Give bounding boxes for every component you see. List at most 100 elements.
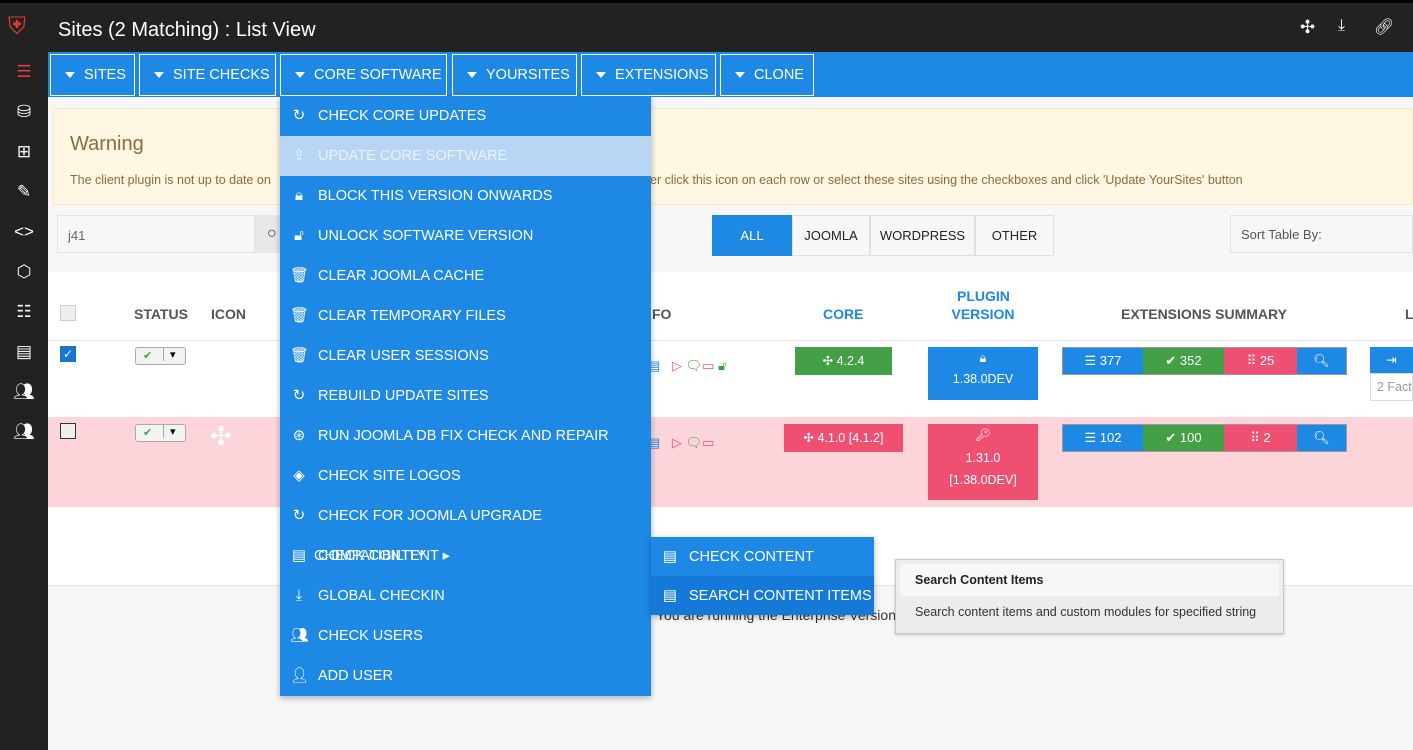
select-all-checkbox[interactable] — [60, 305, 76, 321]
menu-item-label: CLEAR USER SESSIONS — [318, 348, 489, 364]
check-icon: ✔ — [143, 350, 153, 362]
header-line: VERSION — [951, 306, 1015, 322]
extensions-total[interactable]: ☰ 102 — [1063, 425, 1143, 451]
menu-item-unlock-software-version[interactable]: 🔓︎ UNLOCK SOFTWARE VERSION — [280, 216, 651, 256]
button-label: SITES — [84, 67, 126, 83]
trash-icon[interactable]: ▭ — [702, 435, 714, 450]
extensions-search-button[interactable]: 🔍︎ — [1297, 348, 1346, 374]
list-icon: ☰ — [1084, 353, 1100, 368]
menu-item-label: BLOCK THIS VERSION ONWARDS — [318, 188, 553, 204]
menu-item-clear-temporary-files[interactable]: 🗑︎ CLEAR TEMPORARY FILES — [280, 296, 651, 336]
submenu-item-search-content-items[interactable]: ▤ SEARCH CONTENT ITEMS — [651, 576, 874, 615]
menu-item-check-core-updates[interactable]: ↻ CHECK CORE UPDATES — [280, 96, 651, 136]
site-checks-menu-button[interactable]: SITE CHECKS — [139, 54, 276, 96]
row-checkbox[interactable]: ✓ — [60, 346, 76, 362]
row-checkbox[interactable] — [60, 423, 76, 439]
status-dropdown[interactable]: ✔ ▾ — [135, 347, 186, 365]
extensions-total[interactable]: ☰ 377 — [1063, 348, 1143, 374]
submenu-item-check-content[interactable]: ▤ CHECK CONTENT — [651, 537, 874, 576]
comment-icon[interactable]: 🗨︎ — [686, 435, 703, 450]
hexagon-icon[interactable]: ⬡ — [12, 260, 36, 284]
yoursites-menu-button[interactable]: YOURSITES — [452, 54, 577, 96]
list-icon[interactable]: ☷ — [12, 300, 36, 324]
comment-icon[interactable]: 🗨︎ — [686, 358, 703, 373]
menu-item-icon: 🔓︎ — [294, 227, 304, 244]
menu-item-global-checkin[interactable]: ⤓ GLOBAL CHECKIN — [280, 576, 651, 616]
lock-icon: 🔒︎ — [979, 351, 987, 365]
warning-title: Warning — [70, 133, 144, 155]
database-icon[interactable]: ⛁ — [12, 100, 36, 124]
login-button[interactable]: ⇥ — [1370, 347, 1413, 373]
menu-item-block-this-version-onwards[interactable]: 🔒︎ BLOCK THIS VERSION ONWARDS — [280, 176, 651, 216]
extensions-ok[interactable]: ✔ 100 — [1143, 425, 1224, 451]
caret-down-icon: ▾ — [163, 425, 176, 438]
menu-item-check-site-logos[interactable]: ◈ CHECK SITE LOGOS — [280, 456, 651, 496]
column-info: FO — [652, 306, 672, 322]
plugin-version-badge[interactable]: 🔒︎ 1.38.0DEV — [928, 347, 1038, 400]
filter-wordpress[interactable]: WORDPRESS — [870, 215, 975, 256]
column-plugin-version[interactable]: PLUGIN VERSION — [951, 288, 1014, 322]
edit-icon[interactable]: ✎ — [12, 180, 36, 204]
menu-item-label: GLOBAL CHECKIN — [318, 588, 445, 604]
menu-item-label: CHECK USERS — [318, 628, 423, 644]
key-icon: 🔑︎ — [975, 428, 991, 442]
extensions-search-button[interactable]: 🔍︎ — [1297, 425, 1346, 451]
menu-item-label: CHECK CONTENT — [689, 549, 814, 565]
plugin-version-badge[interactable]: 🔑︎ 1.31.0 [1.38.0DEV] — [928, 424, 1038, 500]
download-icon[interactable]: ⤓ — [1338, 17, 1345, 35]
filter-joomla[interactable]: JOOMLA — [792, 215, 870, 256]
link-icon[interactable]: 🔗︎ — [1374, 17, 1394, 37]
column-status[interactable]: STATUS — [134, 306, 188, 322]
menu-item-icon: ⇪ — [292, 147, 306, 164]
menu-item-run-joomla-db-fix-check-and-repair[interactable]: ⊛ RUN JOOMLA DB FIX CHECK AND REPAIR — [280, 416, 651, 456]
search-input[interactable]: j41 — [57, 215, 255, 253]
menu-item-clear-user-sessions[interactable]: 🗑︎ CLEAR USER SESSIONS — [280, 336, 651, 376]
menu-item-add-user[interactable]: 👤︎ ADD USER — [280, 656, 651, 696]
menu-item-icon: ◈ — [293, 467, 305, 484]
core-version-badge[interactable]: ✣ 4.1.0 [4.1.2] — [784, 424, 903, 452]
grid-icon[interactable]: ⊞ — [12, 140, 36, 164]
button-label: SITE CHECKS — [173, 67, 270, 83]
column-core[interactable]: CORE — [823, 306, 863, 322]
two-factor-select[interactable]: 2 Fact — [1370, 373, 1413, 401]
sort-select[interactable]: Sort Table By: — [1230, 215, 1413, 253]
filter-all[interactable]: ALL — [712, 215, 792, 256]
menu-item-check-for-joomla-upgrade-compatibility[interactable]: ↻ CHECK FOR JOOMLA UPGRADE COMPATIBILITY — [280, 496, 651, 564]
play-icon[interactable]: ▷ — [672, 358, 682, 373]
extensions-updates[interactable]: ⠿ 2 — [1224, 425, 1297, 451]
menu-item-update-core-software[interactable]: ⇪ UPDATE CORE SOFTWARE — [280, 136, 651, 176]
caret-down-icon — [154, 72, 164, 79]
extensions-menu-button[interactable]: EXTENSIONS — [581, 54, 716, 96]
core-version-badge[interactable]: ✣ 4.2.4 — [795, 347, 892, 375]
menu-item-check-users[interactable]: 👥︎ CHECK USERS — [280, 616, 651, 656]
menu-icon[interactable]: ☰ — [12, 60, 36, 84]
page-title: Sites (2 Matching) : List View — [58, 19, 316, 41]
joomla-icon: ✣ — [803, 431, 818, 445]
column-last: L — [1405, 306, 1413, 322]
extensions-ok[interactable]: ✔ 352 — [1143, 348, 1224, 374]
sites-menu-button[interactable]: SITES — [50, 54, 135, 96]
unlock-icon[interactable]: 🔓︎ — [718, 358, 726, 373]
button-label: CORE SOFTWARE — [314, 67, 442, 83]
users-icon[interactable]: 👥︎ — [12, 420, 36, 444]
extensions-updates[interactable]: ⠿ 25 — [1224, 348, 1297, 374]
users-icon[interactable]: 👥︎ — [12, 380, 36, 404]
filter-other[interactable]: OTHER — [975, 215, 1054, 256]
code-icon[interactable]: <> — [12, 220, 36, 244]
status-dropdown[interactable]: ✔ ▾ — [135, 424, 186, 442]
menu-item-icon: ⊛ — [292, 427, 306, 444]
document-icon[interactable]: ▤ — [12, 340, 36, 364]
clone-menu-button[interactable]: CLONE — [720, 54, 814, 96]
info-icons: ▤ ▷ 🗨︎▭ — [648, 435, 714, 451]
menu-item-rebuild-update-sites[interactable]: ↻ REBUILD UPDATE SITES — [280, 376, 651, 416]
menu-item-check-content[interactable]: ▤ CHECK CONTENT ▸ — [280, 536, 651, 576]
play-icon[interactable]: ▷ — [672, 435, 682, 450]
core-software-menu-button[interactable]: CORE SOFTWARE — [280, 54, 447, 96]
menu-item-icon: 👤︎ — [290, 667, 310, 684]
joomla-icon[interactable]: ✣ — [1300, 17, 1315, 38]
core-software-dropdown: ↻ CHECK CORE UPDATES ⇪ UPDATE CORE SOFTWARE… — [280, 96, 651, 696]
trash-icon[interactable]: ▭ — [702, 358, 714, 373]
menu-item-icon: ↻ — [292, 107, 306, 124]
button-label: EXTENSIONS — [615, 67, 709, 83]
menu-item-clear-joomla-cache[interactable]: 🗑︎ CLEAR JOOMLA CACHE — [280, 256, 651, 296]
